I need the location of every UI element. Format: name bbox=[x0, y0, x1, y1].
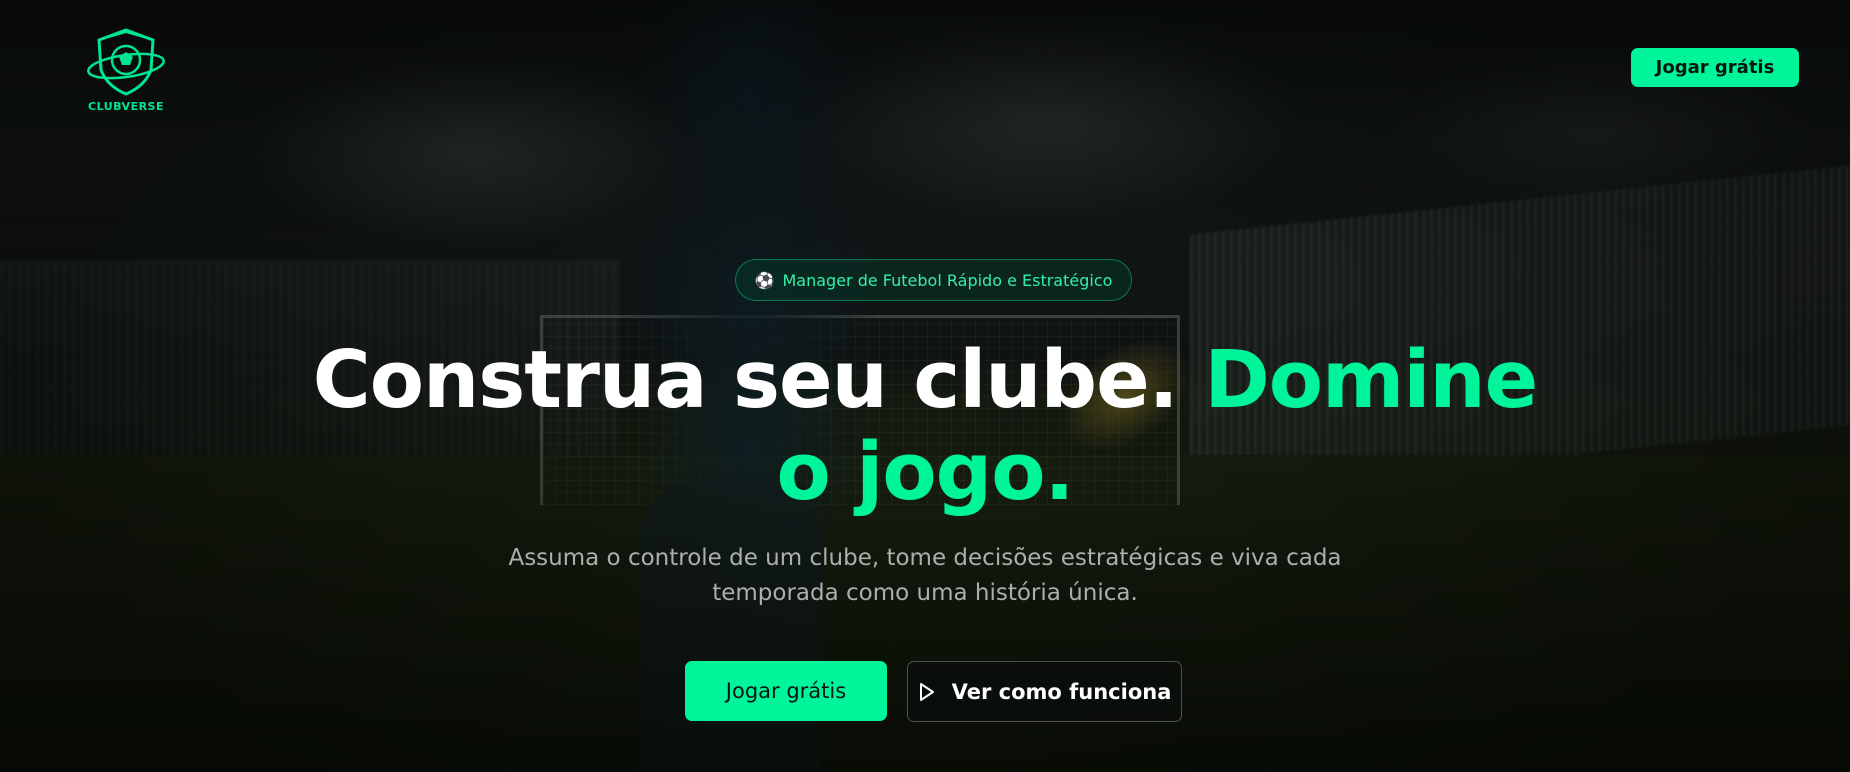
hero-subtitle: Assuma o controle de um clube, tome deci… bbox=[500, 541, 1350, 611]
logo-wordmark: CLUBVERSE bbox=[88, 100, 164, 113]
play-icon bbox=[919, 682, 934, 701]
crest-icon bbox=[87, 28, 165, 96]
logo[interactable]: CLUBVERSE bbox=[84, 26, 168, 118]
how-it-works-button[interactable]: Ver como funciona bbox=[907, 661, 1182, 722]
tagline-badge: ⚽ Manager de Futebol Rápido e Estratégic… bbox=[735, 259, 1132, 301]
headline-accent-part: Domine bbox=[1204, 334, 1538, 426]
tagline-badge-text: Manager de Futebol Rápido e Estratégico bbox=[782, 270, 1113, 290]
hero-section: CLUBVERSE Jogar grátis ⚽ Manager de Fute… bbox=[0, 0, 1850, 772]
play-free-button[interactable]: Jogar grátis bbox=[685, 661, 887, 721]
header-play-free-button[interactable]: Jogar grátis bbox=[1631, 48, 1799, 87]
subtitle-line-1: Assuma o controle de um clube, tome deci… bbox=[508, 545, 1342, 571]
soccer-ball-icon: ⚽ bbox=[754, 270, 775, 290]
hero-headline: Construa seu clube. Domine o jogo. bbox=[300, 334, 1550, 518]
how-it-works-label: Ver como funciona bbox=[951, 679, 1172, 704]
headline-accent-part-2: o jogo. bbox=[776, 426, 1075, 518]
headline-white-part: Construa seu clube. bbox=[312, 334, 1179, 426]
subtitle-line-2: temporada como uma história única. bbox=[712, 580, 1138, 606]
